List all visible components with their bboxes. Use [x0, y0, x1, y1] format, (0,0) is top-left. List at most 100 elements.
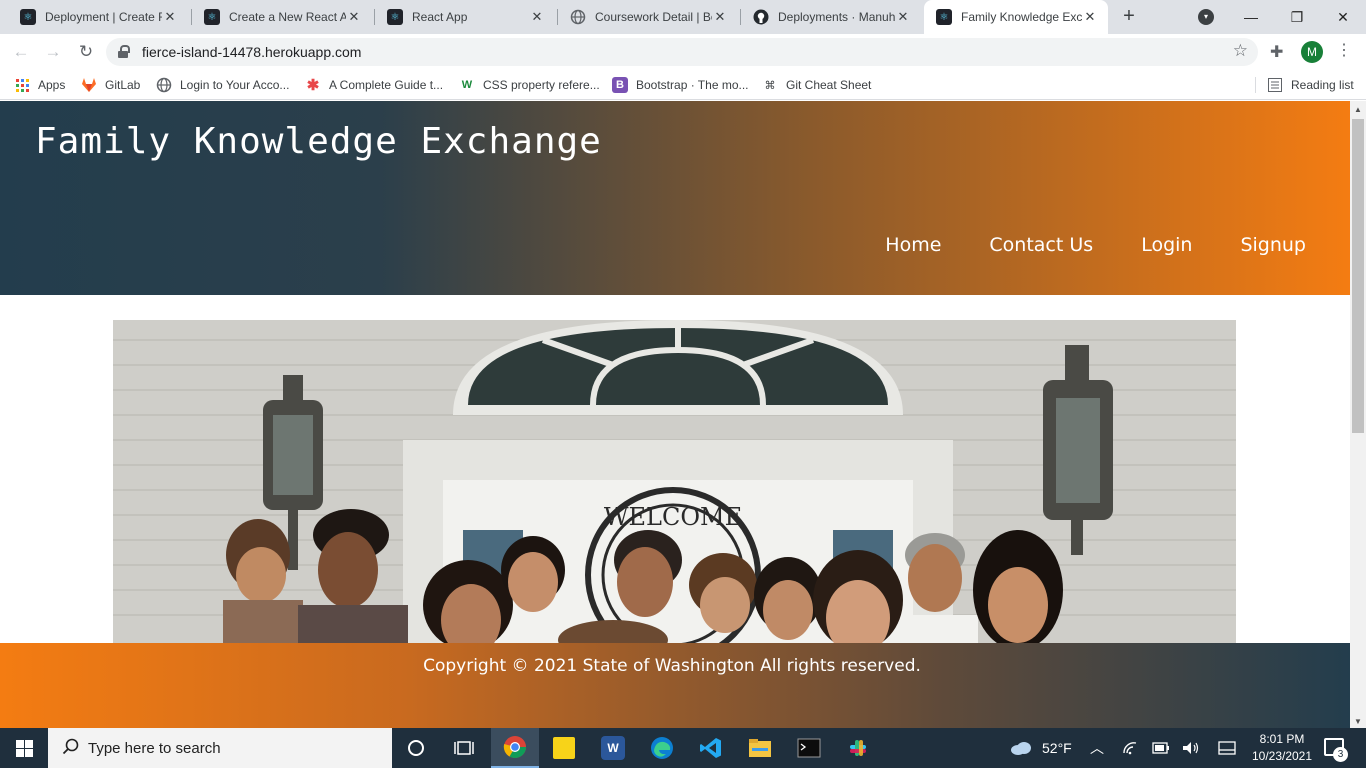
- bookmark-label: Login to Your Acco...: [180, 78, 290, 92]
- bootstrap-icon: B: [612, 77, 628, 93]
- search-icon: [62, 738, 80, 761]
- close-tab-icon[interactable]: ✕: [529, 9, 545, 25]
- apps-grid-icon: [14, 77, 30, 93]
- welcome-sign-text: WELCOME: [604, 503, 742, 531]
- browser-tab-active[interactable]: ⚛ Family Knowledge Exc ✕: [924, 0, 1108, 34]
- reading-list-icon: [1267, 77, 1283, 93]
- taskbar-search-box[interactable]: Type here to search: [48, 728, 392, 768]
- close-tab-icon[interactable]: ✕: [712, 9, 728, 25]
- site-nav: Home Contact Us Login Signup: [885, 234, 1306, 256]
- react-icon: ⚛: [20, 9, 36, 25]
- nav-home-link[interactable]: Home: [885, 234, 941, 256]
- bookmark-apps[interactable]: Apps: [14, 76, 65, 94]
- search-placeholder: Type here to search: [88, 740, 221, 757]
- restore-button[interactable]: ❐: [1274, 0, 1320, 34]
- bookmark-label: GitLab: [105, 78, 141, 92]
- nav-contact-link[interactable]: Contact Us: [989, 234, 1093, 256]
- react-icon: ⚛: [936, 9, 952, 25]
- taskbar-clock[interactable]: 8:01 PM 10/23/2021: [1240, 731, 1324, 765]
- copyright-text: Copyright © 2021 State of Washington All…: [423, 656, 921, 676]
- edge-icon[interactable]: [638, 728, 686, 768]
- back-button[interactable]: ←: [9, 40, 33, 64]
- extensions-puzzle-icon[interactable]: ✚: [1270, 42, 1283, 62]
- tab-title: Create a New React Ap: [229, 10, 346, 24]
- profile-avatar[interactable]: M: [1301, 41, 1323, 63]
- url-text[interactable]: fierce-island-14478.herokuapp.com: [142, 44, 361, 60]
- page-scrollbar[interactable]: ▲ ▼: [1350, 101, 1366, 728]
- close-tab-icon[interactable]: ✕: [1082, 9, 1098, 25]
- reading-list-label: Reading list: [1291, 78, 1354, 92]
- vscode-icon[interactable]: [687, 728, 735, 768]
- browser-tab[interactable]: ⚛ Deployment | Create R ✕: [8, 0, 188, 34]
- tab-title: Coursework Detail | Bc: [595, 10, 712, 24]
- bookmark-css-reference[interactable]: W CSS property refere...: [459, 76, 600, 94]
- close-window-button[interactable]: ✕: [1320, 0, 1366, 34]
- address-bar[interactable]: fierce-island-14478.herokuapp.com ☆: [106, 38, 1258, 66]
- cortana-icon[interactable]: [392, 728, 440, 768]
- slack-icon[interactable]: [834, 728, 882, 768]
- input-display-icon[interactable]: [1218, 728, 1236, 768]
- scrollbar-thumb[interactable]: [1352, 119, 1364, 433]
- bookmark-gitlab[interactable]: GitLab: [81, 76, 140, 94]
- react-icon: ⚛: [204, 9, 220, 25]
- site-title: Family Knowledge Exchange: [35, 121, 602, 162]
- browser-tab[interactable]: ⚛ React App ✕: [375, 0, 555, 34]
- bookmark-git-cheat-sheet[interactable]: ⌘ Git Cheat Sheet: [762, 76, 872, 94]
- bookmark-label: A Complete Guide t...: [329, 78, 444, 92]
- bookmark-bootstrap[interactable]: B Bootstrap · The mo...: [612, 76, 749, 94]
- close-tab-icon[interactable]: ✕: [346, 9, 362, 25]
- site-footer: Copyright © 2021 State of Washington All…: [0, 643, 1350, 728]
- bookmark-label: Git Cheat Sheet: [786, 78, 872, 92]
- reading-list-button[interactable]: Reading list: [1267, 76, 1354, 94]
- nav-signup-link[interactable]: Signup: [1240, 234, 1306, 256]
- weather-temperature: 52°F: [1042, 740, 1072, 756]
- github-icon: [753, 9, 769, 25]
- web-page: Family Knowledge Exchange Home Contact U…: [0, 101, 1350, 728]
- nav-login-link[interactable]: Login: [1141, 234, 1192, 256]
- browser-menu-icon[interactable]: ⋮: [1336, 40, 1352, 60]
- clock-time: 8:01 PM: [1259, 732, 1305, 746]
- browser-tab[interactable]: Coursework Detail | Bc ✕: [558, 0, 738, 34]
- wifi-icon[interactable]: [1122, 728, 1138, 768]
- windows-start-icon[interactable]: [16, 740, 33, 757]
- browser-toolbar: ← → ↻ fierce-island-14478.herokuapp.com …: [0, 34, 1366, 70]
- sticky-notes-icon[interactable]: [540, 728, 588, 768]
- terminal-icon[interactable]: [785, 728, 833, 768]
- browser-tab[interactable]: ⚛ Create a New React Ap ✕: [192, 0, 372, 34]
- notification-count-badge: 3: [1333, 747, 1348, 762]
- globe-icon: [156, 77, 172, 93]
- scroll-down-arrow-icon[interactable]: ▼: [1354, 717, 1362, 726]
- css-tricks-icon: ✱: [306, 77, 320, 94]
- bookmark-label: Bootstrap · The mo...: [636, 78, 749, 92]
- tab-title: React App: [412, 10, 468, 24]
- clock-date: 10/23/2021: [1251, 749, 1313, 763]
- tab-search-icon[interactable]: ▾: [1198, 9, 1214, 25]
- browser-tab[interactable]: Deployments · Manuh ✕: [741, 0, 921, 34]
- gitlab-icon: [81, 77, 97, 93]
- hero-family-photo: WELCOME: [113, 320, 1236, 650]
- chrome-taskbar-icon[interactable]: [491, 728, 539, 768]
- windows-taskbar: Type here to search W 52°F ︿ 8:01 PM 10/…: [0, 728, 1366, 768]
- file-explorer-icon[interactable]: [736, 728, 784, 768]
- bookmarks-divider: [1255, 77, 1256, 93]
- new-tab-button[interactable]: +: [1118, 5, 1140, 27]
- bookmark-login[interactable]: Login to Your Acco...: [156, 76, 289, 94]
- bookmark-css-tricks[interactable]: ✱ A Complete Guide t...: [305, 76, 443, 94]
- volume-icon[interactable]: [1182, 728, 1200, 768]
- bookmark-star-icon[interactable]: ☆: [1233, 41, 1248, 61]
- site-header: Family Knowledge Exchange Home Contact U…: [0, 101, 1350, 295]
- weather-widget[interactable]: 52°F: [1010, 728, 1072, 768]
- show-hidden-icons-button[interactable]: ︿: [1090, 728, 1104, 768]
- battery-icon[interactable]: [1152, 728, 1170, 768]
- close-tab-icon[interactable]: ✕: [162, 9, 178, 25]
- reload-button[interactable]: ↻: [74, 40, 98, 64]
- globe-icon: [570, 9, 586, 25]
- close-tab-icon[interactable]: ✕: [895, 9, 911, 25]
- task-view-icon[interactable]: [440, 728, 488, 768]
- lock-icon[interactable]: [118, 45, 130, 58]
- family-photo-illustration: WELCOME: [113, 320, 1236, 650]
- minimize-button[interactable]: —: [1228, 0, 1274, 34]
- scroll-up-arrow-icon[interactable]: ▲: [1354, 105, 1362, 114]
- forward-button[interactable]: →: [41, 40, 65, 64]
- word-icon[interactable]: W: [589, 728, 637, 768]
